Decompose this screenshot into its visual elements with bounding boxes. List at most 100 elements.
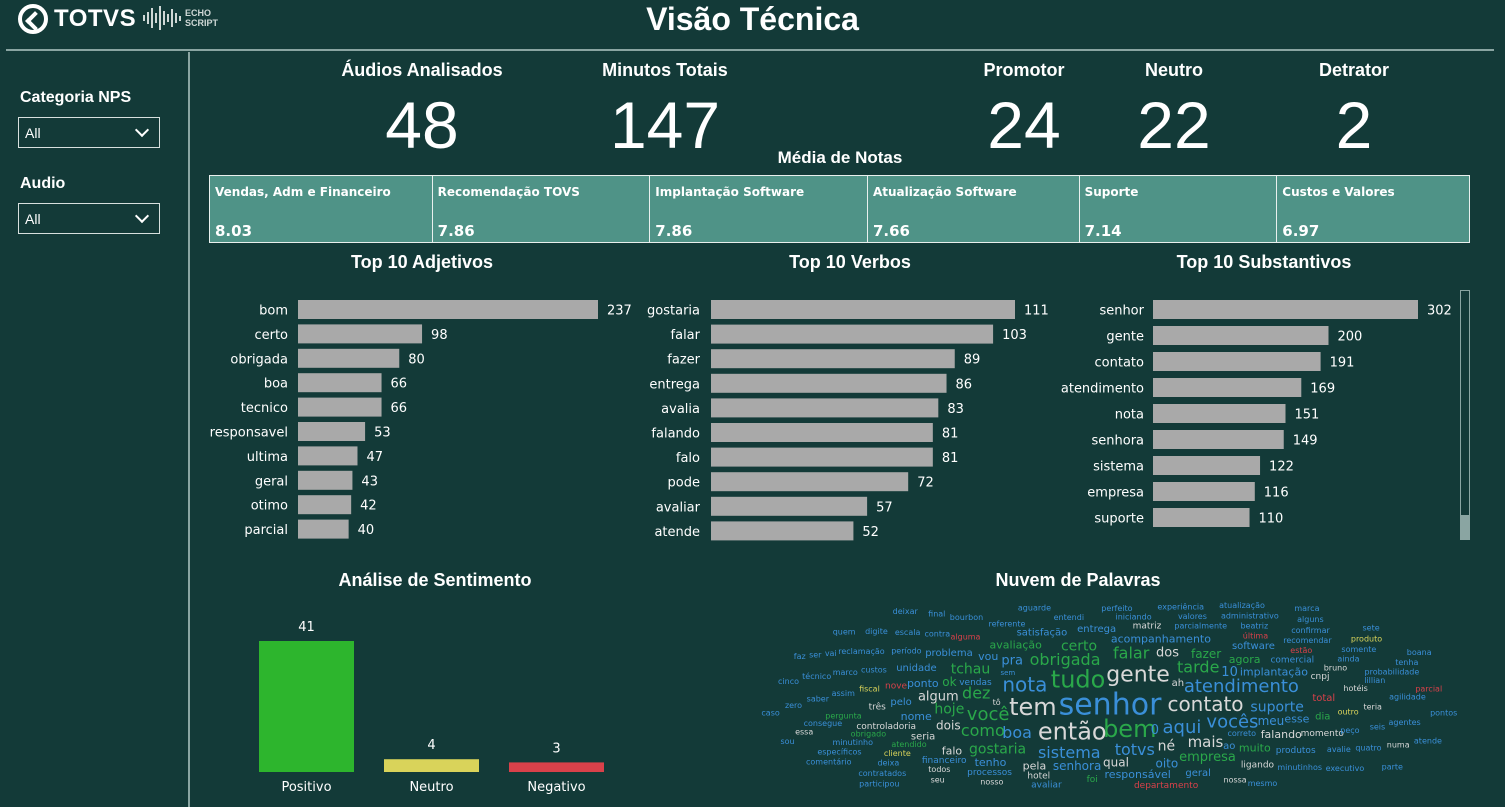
bar xyxy=(259,641,354,772)
bar xyxy=(1153,352,1321,371)
word-cloud-word: assim xyxy=(832,689,855,698)
word-cloud-word: departamento xyxy=(1134,781,1199,790)
word-cloud: senhorbemtudoentãotemgentecontatonotaaqu… xyxy=(761,601,1457,790)
bar-category-label: gente xyxy=(1106,330,1144,345)
word-cloud-word: marca xyxy=(1294,604,1319,613)
bar xyxy=(711,398,939,418)
word-cloud-word: valores xyxy=(1178,612,1207,621)
word-cloud-word: cliente xyxy=(884,749,911,758)
bar-value-label: 3 xyxy=(552,741,560,756)
word-cloud-word: 10 xyxy=(1221,665,1238,680)
word-cloud-word: tchau xyxy=(951,662,991,678)
word-cloud-word: nosso xyxy=(980,777,1003,786)
word-cloud-word: contratados xyxy=(858,769,906,778)
word-cloud-word: dia xyxy=(1315,711,1330,722)
kpi-audios-value: 48 xyxy=(385,88,459,162)
bar-value-label: 151 xyxy=(1295,408,1320,423)
scrollbar-thumb[interactable] xyxy=(1461,515,1469,539)
word-cloud-word: escala xyxy=(895,628,921,637)
word-cloud-word: atende xyxy=(1414,737,1442,746)
word-cloud-word: tenha xyxy=(1395,658,1418,667)
word-cloud-word: falar xyxy=(1113,644,1150,663)
kpi-detrator-label: Detrator xyxy=(1318,60,1389,80)
bar xyxy=(298,373,382,393)
bar xyxy=(1153,456,1261,475)
kpi-minutos-value: 147 xyxy=(609,88,721,162)
word-cloud-word: minutinho xyxy=(832,738,873,747)
bar-category-label: contato xyxy=(1095,356,1145,371)
bar-category-label: empresa xyxy=(1087,486,1144,501)
verbos-bar-chart: gostaria 111 falar 103 fazer 89 entrega 86 avali… xyxy=(647,300,1049,541)
word-cloud-word: ligando xyxy=(1241,760,1275,770)
word-cloud-word: aguarde xyxy=(1018,603,1051,612)
word-cloud-word: ainda xyxy=(1337,655,1359,664)
word-cloud-word: dois xyxy=(936,718,961,732)
word-cloud-word: responsável xyxy=(1105,768,1171,781)
bar xyxy=(298,324,423,344)
bar xyxy=(298,495,352,515)
word-cloud-word: referente xyxy=(988,620,1025,629)
bar-value-label: 169 xyxy=(1310,382,1335,397)
word-cloud-word: gente xyxy=(1106,663,1170,688)
bar-value-label: 98 xyxy=(431,328,448,343)
chart-title-substantivos: Top 10 Substantivos xyxy=(1176,252,1352,272)
bar-category-label: Negativo xyxy=(527,780,585,795)
bar-value-label: 53 xyxy=(374,426,391,441)
bar-value-label: 40 xyxy=(358,523,375,538)
word-cloud-word: software xyxy=(1232,641,1275,652)
word-cloud-word: senhora xyxy=(1053,759,1101,773)
word-cloud-word: alguma xyxy=(950,632,980,641)
bar xyxy=(298,470,353,490)
substantivos-scrollbar[interactable] xyxy=(1460,290,1470,540)
word-cloud-word: como xyxy=(961,721,1005,740)
filter-label-categoria-nps: Categoria NPS xyxy=(20,89,132,106)
bar-category-label: obrigada xyxy=(230,352,288,367)
nota-card: Atualização Software 7.66 xyxy=(867,176,1080,242)
word-cloud-word: agora xyxy=(1229,653,1261,666)
word-cloud-word: sem xyxy=(1000,669,1015,677)
bar xyxy=(298,300,598,319)
nota-card: Recomendação TOVS 7.86 xyxy=(432,176,651,242)
word-cloud-word: lillian xyxy=(1364,676,1385,685)
word-cloud-word: última xyxy=(1243,632,1268,641)
bar-category-label: boa xyxy=(264,377,288,392)
nota-card-name: Atualização Software xyxy=(872,185,1017,199)
word-cloud-word: correto xyxy=(1227,729,1256,738)
word-cloud-word: fiscal xyxy=(859,684,880,693)
word-cloud-word: avaliar xyxy=(1031,781,1062,790)
word-cloud-word: dos xyxy=(1156,645,1179,660)
kpi-detrator-value: 2 xyxy=(1335,88,1373,162)
word-cloud-word: estão xyxy=(1290,646,1312,655)
word-cloud-word: beatriz xyxy=(1240,622,1268,631)
bar-value-label: 42 xyxy=(360,499,377,514)
word-cloud-word: falando xyxy=(1261,728,1302,741)
bar-value-label: 110 xyxy=(1259,512,1284,527)
bar xyxy=(711,300,1015,319)
word-cloud-word: caso xyxy=(761,709,779,718)
bar-category-label: falo xyxy=(676,451,700,466)
bar xyxy=(711,373,947,393)
word-cloud-word: tem xyxy=(1009,693,1057,721)
word-cloud-word: sete xyxy=(1363,624,1380,633)
word-cloud-word: três xyxy=(869,702,887,713)
nota-card-value: 7.66 xyxy=(872,222,910,240)
header-divider xyxy=(6,49,1494,51)
bar xyxy=(1153,378,1302,397)
word-cloud-word: mesmo xyxy=(1248,779,1278,788)
bar-value-label: 72 xyxy=(917,476,934,491)
word-cloud-word: faz xyxy=(794,652,806,661)
bar-category-label: Positivo xyxy=(281,780,331,795)
word-cloud-word: cinco xyxy=(778,677,799,686)
bar-category-label: tecnico xyxy=(241,401,288,416)
word-cloud-word: específicos xyxy=(817,748,861,757)
nota-card: Suporte 7.14 xyxy=(1079,176,1278,242)
bar-category-label: entrega xyxy=(649,377,700,392)
word-cloud-word: tudo xyxy=(1051,666,1106,694)
audio-dropdown[interactable]: All xyxy=(18,203,160,234)
bar xyxy=(1153,482,1255,501)
bar-category-label: atende xyxy=(654,525,700,540)
word-cloud-word: total xyxy=(1312,693,1335,704)
categoria-nps-dropdown[interactable]: All xyxy=(18,117,160,148)
bar-category-label: sistema xyxy=(1093,460,1144,475)
audio-value: All xyxy=(25,210,41,227)
